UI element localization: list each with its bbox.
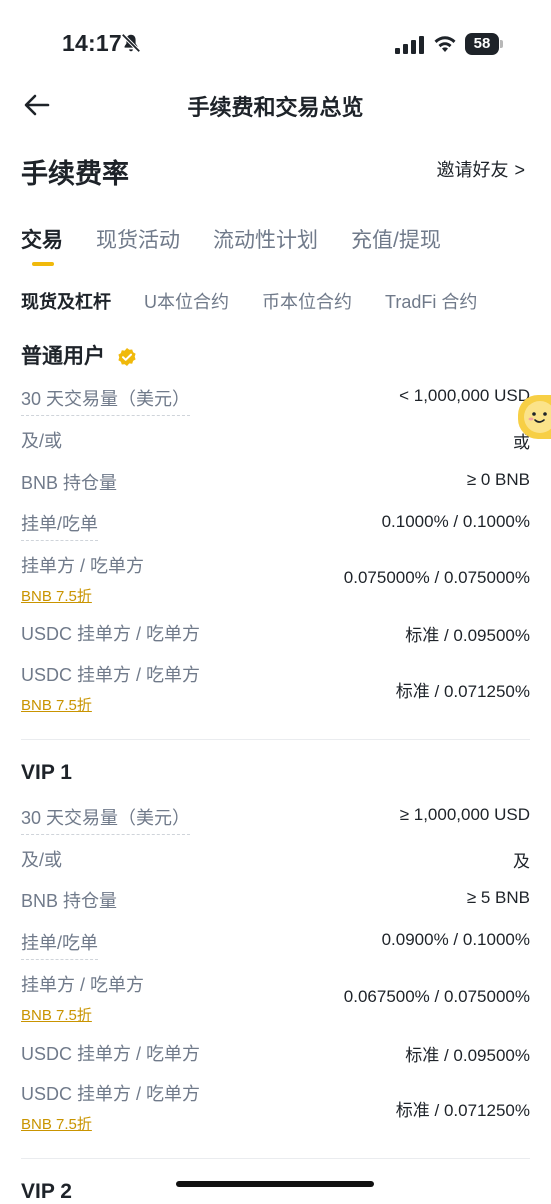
tier-title-vip2: VIP 2 (21, 1180, 72, 1203)
row-value-bnb-holding: ≥ 5 BNB (466, 888, 530, 907)
chevron-right-icon: > (514, 160, 525, 180)
battery-indicator: 58 (465, 33, 499, 55)
row-value-usdc-maker-taker: 标准 / 0.09500% (405, 626, 530, 645)
bnb-discount-link[interactable]: BNB 7.5折 (21, 694, 92, 715)
row-label-and-or: 及/或 (21, 431, 63, 451)
status-bar: 14:17 58 (0, 0, 551, 90)
battery-tip (500, 40, 503, 48)
wifi-icon (434, 36, 456, 52)
floating-assistant-button[interactable] (518, 395, 551, 439)
row-label-maker-taker: 挂单/吃单 (21, 510, 99, 541)
row-value-maker-taker-bnb: 0.067500% / 0.075000% (343, 987, 530, 1006)
row-label-maker-taker: 挂单/吃单 (21, 929, 99, 960)
row-value-30d-volume: ≥ 1,000,000 USD (399, 805, 530, 824)
subtab-tradfi-futures[interactable]: TradFi 合约 (385, 288, 477, 314)
row-value-and-or: 及 (513, 852, 530, 871)
row-value-maker-taker: 0.1000% / 0.1000% (381, 512, 530, 531)
row-label-usdc-maker-taker-bnb: USDC 挂单方 / 吃单方 (21, 665, 201, 685)
subtab-usdm-futures[interactable]: U本位合约 (144, 288, 229, 314)
tier-name: 普通用户 (21, 345, 105, 368)
page-title: 手续费率 (21, 159, 129, 189)
bell-slash-icon (121, 33, 141, 53)
row-label-bnb-holding: BNB 持仓量 (21, 473, 118, 493)
invite-friends-link[interactable]: 邀请好友 > (436, 156, 525, 182)
sub-tabs: 现货及杠杆 U本位合约 币本位合约 TradFi 合约 (21, 288, 510, 314)
row-value-30d-volume: < 1,000,000 USD (399, 386, 530, 405)
divider (21, 739, 530, 740)
tab-spot-activity[interactable]: 现货活动 (96, 224, 180, 254)
row-label-bnb-holding: BNB 持仓量 (21, 891, 118, 911)
row-value-maker-taker-bnb: 0.075000% / 0.075000% (343, 568, 530, 587)
row-label-usdc-maker-taker: USDC 挂单方 / 吃单方 (21, 1044, 201, 1064)
row-label-usdc-maker-taker-bnb: USDC 挂单方 / 吃单方 (21, 1084, 201, 1104)
row-label-maker-taker-bnb: 挂单方 / 吃单方 (21, 975, 145, 995)
tab-deposit-withdraw[interactable]: 充值/提现 (351, 224, 441, 254)
row-value-usdc-maker-taker-bnb: 标准 / 0.071250% (395, 1101, 530, 1120)
divider (21, 1158, 530, 1159)
mascot-face-icon (524, 401, 551, 433)
row-label-30d-volume: 30 天交易量（美元） (21, 385, 191, 416)
row-value-bnb-holding: ≥ 0 BNB (466, 470, 530, 489)
row-value-usdc-maker-taker: 标准 / 0.09500% (405, 1046, 530, 1065)
row-label-usdc-maker-taker: USDC 挂单方 / 吃单方 (21, 624, 201, 644)
tier-title-regular: 普通用户 (21, 340, 137, 370)
nav-title: 手续费和交易总览 (187, 95, 364, 120)
tab-trade[interactable]: 交易 (21, 224, 63, 254)
bnb-discount-link[interactable]: BNB 7.5折 (21, 585, 92, 606)
row-label-30d-volume: 30 天交易量（美元） (21, 804, 191, 835)
subtab-coinm-futures[interactable]: 币本位合约 (262, 288, 352, 314)
bnb-discount-link[interactable]: BNB 7.5折 (21, 1004, 92, 1025)
signal-icon (395, 36, 424, 54)
active-tab-indicator (32, 262, 54, 266)
bnb-discount-link[interactable]: BNB 7.5折 (21, 1113, 92, 1134)
subtab-spot-margin[interactable]: 现货及杠杆 (21, 288, 111, 314)
tab-liquidity-program[interactable]: 流动性计划 (213, 224, 318, 254)
invite-friends-label: 邀请好友 (436, 160, 509, 180)
main-tabs: 交易 现货活动 流动性计划 充值/提现 (21, 224, 474, 254)
home-indicator (176, 1181, 374, 1187)
tier-title-vip1: VIP 1 (21, 761, 72, 784)
row-value-usdc-maker-taker-bnb: 标准 / 0.071250% (395, 682, 530, 701)
status-time: 14:17 (62, 30, 122, 56)
row-label-maker-taker-bnb: 挂单方 / 吃单方 (21, 556, 145, 576)
row-value-maker-taker: 0.0900% / 0.1000% (381, 930, 530, 949)
verified-badge-icon (118, 348, 136, 367)
row-label-and-or: 及/或 (21, 850, 63, 870)
